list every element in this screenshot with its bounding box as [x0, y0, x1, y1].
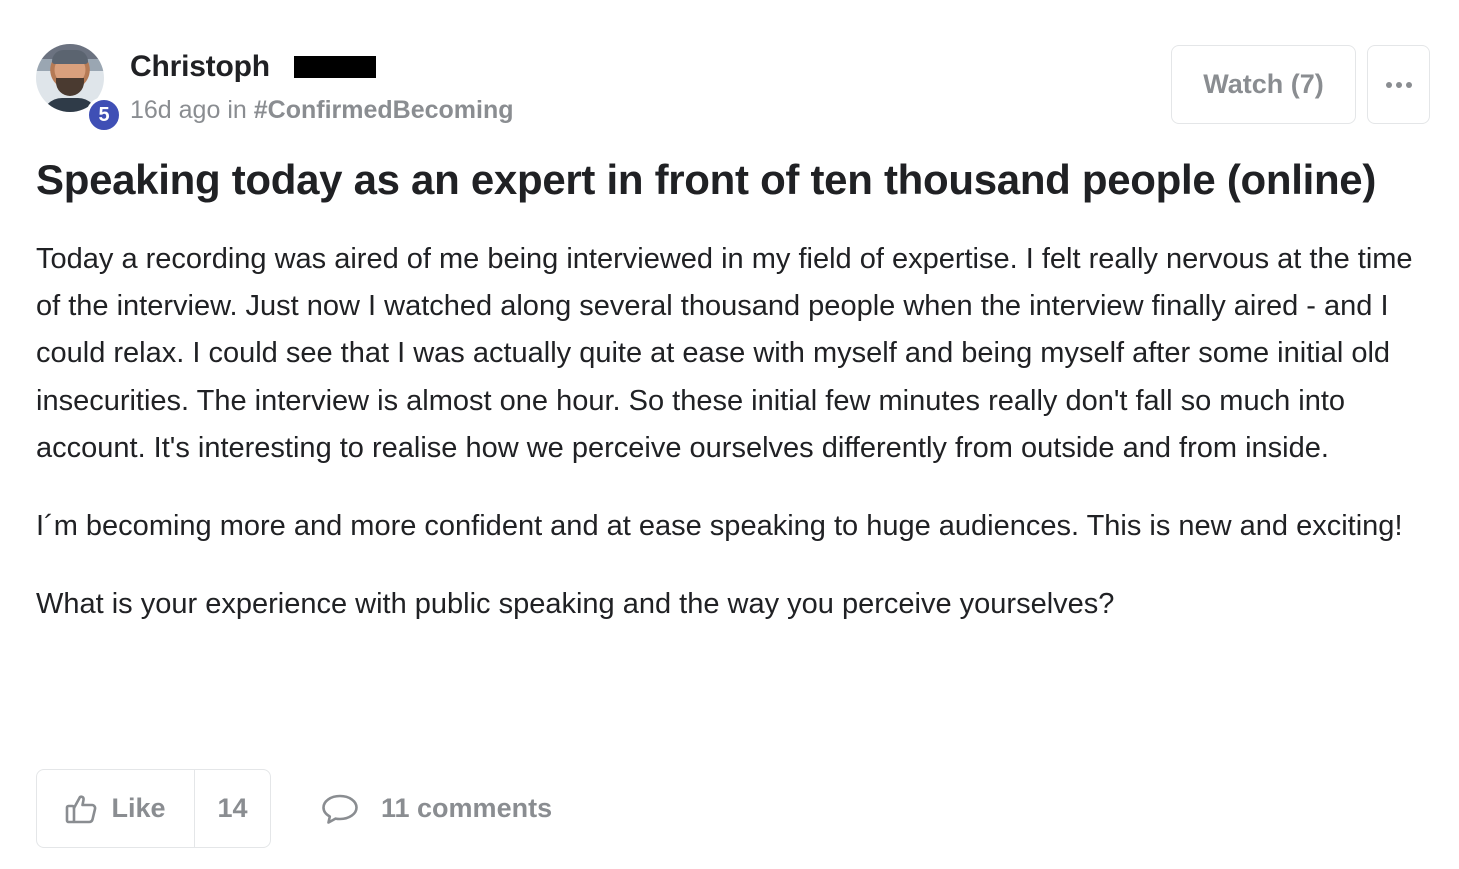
post-in-text: in	[227, 96, 247, 124]
like-button[interactable]: Like	[37, 770, 195, 847]
more-dots-icon	[1395, 81, 1402, 88]
redaction-bar	[294, 56, 376, 78]
level-badge: 5	[86, 97, 122, 133]
post-meta: 16d ago in #ConfirmedBecoming	[130, 96, 514, 125]
post-actions: Like 14 11 comments	[36, 769, 636, 849]
post-card: 5 Christoph 16d ago in #ConfirmedBecomin…	[36, 42, 1430, 848]
post-paragraph: Today a recording was aired of me being …	[36, 243, 1413, 464]
thumbs-up-icon	[65, 794, 97, 824]
post-title: Speaking today as an expert in front of …	[36, 156, 1377, 203]
more-dots-icon	[1385, 81, 1392, 88]
like-group: Like 14	[36, 769, 271, 848]
post-body: Today a recording was aired of me being …	[36, 236, 1430, 628]
like-label: Like	[111, 793, 166, 823]
more-options-button[interactable]	[1367, 45, 1430, 124]
comments-link[interactable]: 11 comments	[321, 769, 552, 848]
post-paragraph: I´m becoming more and more confident and…	[36, 510, 1403, 543]
avatar-cap	[52, 50, 88, 64]
like-count[interactable]: 14	[195, 770, 270, 847]
comment-bubble-icon	[321, 793, 359, 825]
more-dots-icon	[1405, 81, 1412, 88]
category-link[interactable]: #ConfirmedBecoming	[254, 96, 514, 124]
watch-button[interactable]: Watch (7)	[1171, 45, 1356, 124]
avatar-beard	[56, 78, 84, 96]
comments-label: 11 comments	[381, 793, 553, 823]
post-paragraph: What is your experience with public spea…	[36, 588, 1115, 621]
post-time: 16d ago	[130, 96, 221, 124]
author-name[interactable]: Christoph	[130, 50, 270, 84]
post-header: 5 Christoph 16d ago in #ConfirmedBecomin…	[36, 42, 1430, 133]
